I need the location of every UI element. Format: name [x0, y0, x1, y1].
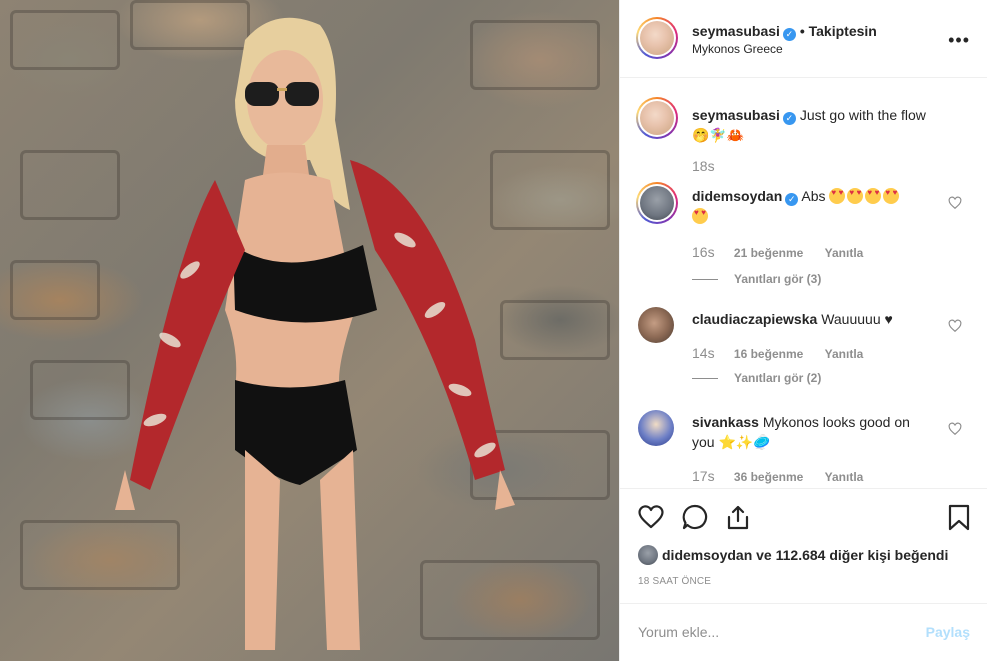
comment-likes[interactable]: 21 beğenme — [734, 246, 803, 260]
author-username[interactable]: seymasubasi — [692, 23, 780, 39]
view-replies-button[interactable]: Yanıtları gör (2) — [692, 371, 821, 385]
caption-username[interactable]: seymasubasi — [692, 107, 780, 123]
comment-input[interactable] — [638, 620, 908, 644]
comment-meta: 17s 36 beğenme Yanıtla — [692, 468, 881, 484]
post-actions: didemsoydan ve 112.684 diğer kişi beğend… — [620, 488, 987, 603]
post-comment-button[interactable]: Paylaş — [926, 624, 970, 640]
replies-divider — [692, 378, 718, 380]
comment-time[interactable]: 14s — [692, 345, 715, 361]
reply-button[interactable]: Yanıtla — [825, 246, 864, 260]
comment-avatar[interactable] — [638, 307, 674, 343]
comment-icon[interactable] — [681, 503, 709, 531]
post-timestamp[interactable]: 18 SAAT ÖNCE — [638, 576, 711, 587]
post-photo[interactable] — [0, 0, 619, 661]
caption-meta: 18s — [692, 158, 731, 174]
comment-text-block: claudiaczapiewska Wauuuuu ♥ — [692, 309, 952, 329]
heart-icon[interactable] — [637, 503, 665, 531]
liker-username[interactable]: didemsoydan — [662, 547, 752, 563]
view-replies-label: Yanıtları gör (3) — [734, 272, 822, 286]
comment-username[interactable]: didemsoydan — [692, 188, 782, 204]
follow-status[interactable]: • Takiptesin — [800, 23, 877, 39]
replies-divider — [692, 279, 718, 281]
author-line: seymasubasi ✓ • Takiptesin — [692, 23, 877, 41]
reply-button[interactable]: Yanıtla — [825, 470, 864, 484]
liker-avatar — [638, 545, 658, 565]
post-location[interactable]: Mykonos Greece — [692, 42, 783, 56]
comment-text: Wauuuuu ♥ — [821, 311, 893, 327]
model-figure — [115, 17, 515, 650]
bookmark-icon[interactable] — [945, 503, 973, 531]
view-replies-button[interactable]: Yanıtları gör (3) — [692, 272, 821, 286]
heart-eyes-emoji-icon — [865, 188, 882, 204]
add-comment-bar: Paylaş — [620, 603, 987, 661]
post-side-panel: seymasubasi ✓ • Takiptesin Mykonos Greece… — [619, 0, 987, 661]
heart-eyes-emoji-icon — [847, 188, 864, 204]
comment-emojis: ⭐✨🥏 — [718, 434, 771, 450]
verified-badge-icon: ✓ — [782, 112, 796, 125]
comment-username[interactable]: claudiaczapiewska — [692, 311, 817, 327]
comment-time[interactable]: 16s — [692, 244, 715, 260]
view-replies-label: Yanıtları gör (2) — [734, 371, 822, 385]
comment-text-block: sivankass Mykonos looks good on you ⭐✨🥏 — [692, 412, 922, 452]
verified-badge-icon: ✓ — [782, 28, 796, 41]
comment-likes[interactable]: 36 beğenme — [734, 470, 803, 484]
more-options-icon[interactable]: ••• — [948, 30, 970, 51]
author-avatar[interactable] — [636, 17, 678, 59]
heart-small-icon[interactable] — [948, 319, 962, 333]
heart-eyes-emoji-icon — [692, 208, 708, 224]
post-header: seymasubasi ✓ • Takiptesin Mykonos Greece… — [620, 0, 987, 78]
comment-text-block: didemsoydan ✓ Abs — [692, 186, 952, 226]
comment-likes[interactable]: 16 beğenme — [734, 347, 803, 361]
comment-time[interactable]: 17s — [692, 468, 715, 484]
comment-avatar[interactable] — [636, 182, 678, 224]
comments-list[interactable]: seymasubasi ✓ Just go with the flow 🤭🧚‍♀️… — [620, 78, 987, 488]
comment-meta: 14s 16 beğenme Yanıtla — [692, 345, 881, 361]
reply-button[interactable]: Yanıtla — [825, 347, 864, 361]
likes-summary[interactable]: didemsoydan ve 112.684 diğer kişi beğend… — [638, 545, 948, 565]
likes-count[interactable]: ve 112.684 diğer kişi beğendi — [756, 547, 948, 563]
caption-text-block: seymasubasi ✓ Just go with the flow 🤭🧚‍♀️… — [692, 105, 952, 145]
caption-avatar[interactable] — [636, 97, 678, 139]
comment-text: Abs — [801, 188, 826, 204]
caption-emojis: 🤭🧚‍♀️🦀 — [692, 127, 745, 143]
comment-meta: 16s 21 beğenme Yanıtla — [692, 244, 881, 260]
verified-badge-icon: ✓ — [785, 193, 799, 206]
heart-small-icon[interactable] — [948, 422, 962, 436]
heart-small-icon[interactable] — [948, 196, 962, 210]
caption-text: Just go with the flow — [799, 107, 926, 123]
comment-username[interactable]: sivankass — [692, 414, 759, 430]
wall-stone — [10, 260, 100, 320]
heart-eyes-emoji-icon — [883, 188, 900, 204]
caption-time[interactable]: 18s — [692, 158, 715, 174]
comment-avatar[interactable] — [638, 410, 674, 446]
heart-eyes-emoji-icon — [829, 188, 846, 204]
share-icon[interactable] — [724, 503, 752, 531]
